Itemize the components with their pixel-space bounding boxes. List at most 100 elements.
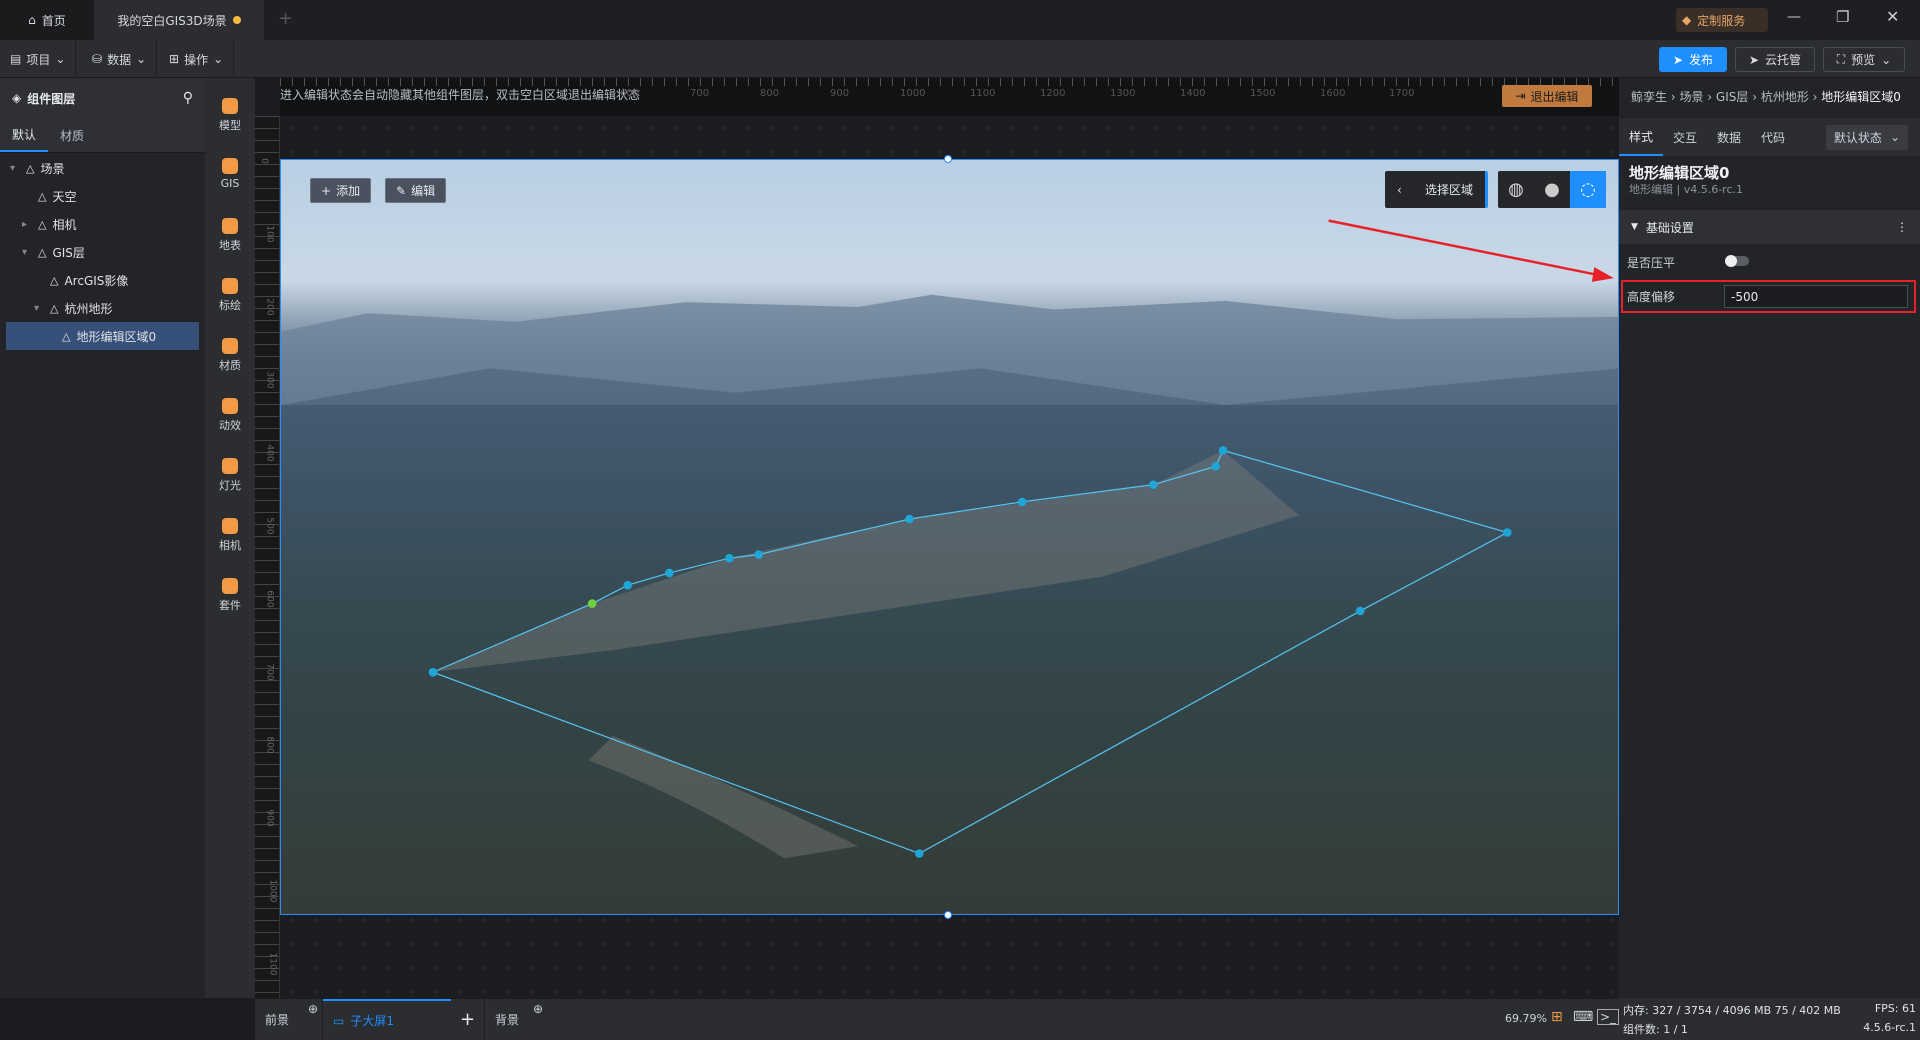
add-button[interactable]: + 添加 xyxy=(310,178,372,203)
polygon-vertex[interactable] xyxy=(754,550,764,559)
cloud-host-button[interactable]: ➤ 云托管 xyxy=(1735,47,1815,72)
tree-item[interactable]: △ 天空 xyxy=(0,182,205,210)
minimize-button[interactable]: — xyxy=(1787,9,1801,25)
expand-arrow-icon[interactable]: ▾ xyxy=(10,163,20,174)
component-5[interactable]: 动效 xyxy=(205,398,255,433)
polygon-vertex[interactable] xyxy=(1503,528,1512,537)
home-icon: ⌂ xyxy=(28,13,36,27)
keyboard-icon[interactable]: ⌨ xyxy=(1573,1009,1593,1025)
component-2[interactable]: 地表 xyxy=(205,218,255,253)
resize-handle[interactable] xyxy=(944,155,952,163)
add-screen-button[interactable]: + xyxy=(451,999,485,1040)
expand-arrow-icon[interactable]: ▸ xyxy=(22,219,32,230)
component-icon xyxy=(222,158,238,174)
breadcrumb-item[interactable]: 场景 xyxy=(1679,90,1703,104)
component-label: GIS xyxy=(220,177,240,190)
component-8[interactable]: 套件 xyxy=(205,578,255,613)
tab-style[interactable]: 样式 xyxy=(1619,118,1664,156)
exit-edit-label: 退出编辑 xyxy=(1530,89,1579,104)
restore-button[interactable]: ❐ xyxy=(1836,8,1849,26)
breadcrumb-item[interactable]: 地形编辑区域0 xyxy=(1821,90,1901,104)
state-select[interactable]: 默认状态 ⌄ xyxy=(1825,124,1908,150)
tree-item[interactable]: ▾ △ 杭州地形 xyxy=(0,294,205,322)
expand-arrow-icon[interactable]: ▾ xyxy=(34,303,44,314)
tree-item[interactable]: △ 地形编辑区域0 xyxy=(6,322,199,350)
chevron-left-icon: ‹ xyxy=(1397,182,1402,197)
globe-mode-icon[interactable]: ◍ xyxy=(1498,171,1534,208)
select-area-button[interactable]: ‹ 选择区域 xyxy=(1385,171,1488,208)
menu-data[interactable]: ⛁ 数据 ⌄ xyxy=(82,40,158,78)
tree-item[interactable]: ▸ △ 相机 xyxy=(0,210,205,238)
polygon-vertex[interactable] xyxy=(1211,462,1221,471)
polygon-vertex[interactable] xyxy=(428,667,438,677)
edit-button[interactable]: ✎ 编辑 xyxy=(385,178,447,203)
ruler-tick-label: 1100 xyxy=(970,88,996,99)
component-icon xyxy=(222,98,238,114)
close-button[interactable]: ✕ xyxy=(1886,7,1899,26)
component-4[interactable]: 材质 xyxy=(205,338,255,373)
tab-scene[interactable]: 我的空白GIS3D场景 xyxy=(94,0,264,40)
polygon-vertex[interactable] xyxy=(905,514,914,524)
tab-home[interactable]: ⌂ 首页 xyxy=(0,0,94,40)
publish-button[interactable]: ➤ 发布 xyxy=(1659,47,1727,72)
map-canvas[interactable]: + 添加 ✎ 编辑 ‹ 选择区域 ◍ ● ◌ xyxy=(280,159,1619,915)
polygon-vertex[interactable] xyxy=(587,599,597,608)
terminal-icon[interactable]: >_ xyxy=(1597,1009,1620,1025)
tab-material[interactable]: 材质 xyxy=(48,118,96,152)
layer-type-icon: △ xyxy=(38,217,47,231)
breadcrumb-item[interactable]: 鲸孪生 xyxy=(1631,90,1667,104)
component-6[interactable]: 灯光 xyxy=(205,458,255,493)
screen-tab-active[interactable]: ▭ 子大屏1 xyxy=(323,999,451,1040)
tab-code[interactable]: 代码 xyxy=(1751,118,1795,156)
component-icon xyxy=(222,518,238,534)
section-basic-settings[interactable]: ▼ 基础设置 ⋮ xyxy=(1619,210,1920,244)
new-tab-button[interactable]: + xyxy=(278,8,293,29)
background-tab[interactable]: 背景 ⊕ xyxy=(485,999,547,1040)
menu-operate[interactable]: ⊞ 操作 ⌄ xyxy=(159,40,235,78)
breadcrumb-item[interactable]: GIS层 xyxy=(1716,90,1748,104)
refresh-mode-icon[interactable]: ◌ xyxy=(1570,171,1606,208)
polygon-vertex[interactable] xyxy=(725,553,734,563)
tree-item[interactable]: ▾ △ 场景 xyxy=(0,154,205,182)
search-icon[interactable]: ⚲ xyxy=(183,90,193,106)
circle-mode-icon[interactable]: ● xyxy=(1534,171,1570,208)
component-label: 灯光 xyxy=(219,479,241,492)
menu-project[interactable]: ▤ 项目 ⌄ xyxy=(0,40,77,78)
tree-item[interactable]: △ ArcGIS影像 xyxy=(0,266,205,294)
tree-item-label: 相机 xyxy=(52,217,77,232)
polygon-vertex[interactable] xyxy=(1017,497,1027,507)
title-bar: ⌂ 首页 我的空白GIS3D场景 + ◆ 定制服务 — ❐ ✕ xyxy=(0,0,1920,40)
polygon-vertex[interactable] xyxy=(914,849,924,858)
tab-data[interactable]: 数据 xyxy=(1707,118,1751,156)
preview-label: 预览 xyxy=(1851,53,1876,67)
edit-hint: 进入编辑状态会自动隐藏其他组件图层，双击空白区域退出编辑状态 xyxy=(280,88,641,102)
component-0[interactable]: 模型 xyxy=(205,98,255,133)
component-3[interactable]: 标绘 xyxy=(205,278,255,313)
breadcrumb-item[interactable]: 杭州地形 xyxy=(1761,90,1809,104)
resize-handle[interactable] xyxy=(944,911,952,919)
flatten-toggle[interactable] xyxy=(1725,255,1749,267)
custom-service-button[interactable]: ◆ 定制服务 xyxy=(1676,8,1768,32)
add-circle-icon[interactable]: ⊕ xyxy=(533,1002,543,1016)
polygon-vertex[interactable] xyxy=(1355,606,1365,616)
caret-down-icon: ▼ xyxy=(1631,222,1638,232)
tree-item[interactable]: ▾ △ GIS层 xyxy=(0,238,205,266)
component-label: 相机 xyxy=(219,539,241,552)
add-circle-icon[interactable]: ⊕ xyxy=(308,1002,318,1016)
component-label: 套件 xyxy=(219,599,241,612)
tab-interaction[interactable]: 交互 xyxy=(1663,118,1707,156)
exit-edit-button[interactable]: ⇥ 退出编辑 xyxy=(1502,85,1592,107)
foreground-tab[interactable]: 前景 ⊕ xyxy=(255,999,323,1040)
component-7[interactable]: 相机 xyxy=(205,518,255,553)
more-icon[interactable]: ⋮ xyxy=(1896,220,1908,234)
polygon-vertex[interactable] xyxy=(665,568,674,578)
tab-default[interactable]: 默认 xyxy=(0,118,49,152)
height-offset-input[interactable] xyxy=(1724,285,1908,308)
polygon-vertex[interactable] xyxy=(1218,446,1228,455)
polygon-vertex[interactable] xyxy=(623,580,632,590)
polygon-vertex[interactable] xyxy=(1148,480,1158,489)
fit-screen-icon[interactable]: ⊞ xyxy=(1551,1009,1563,1025)
expand-arrow-icon[interactable]: ▾ xyxy=(22,247,32,258)
component-1[interactable]: GIS xyxy=(205,158,255,190)
preview-button[interactable]: ⛶ 预览 ⌄ xyxy=(1823,47,1905,72)
